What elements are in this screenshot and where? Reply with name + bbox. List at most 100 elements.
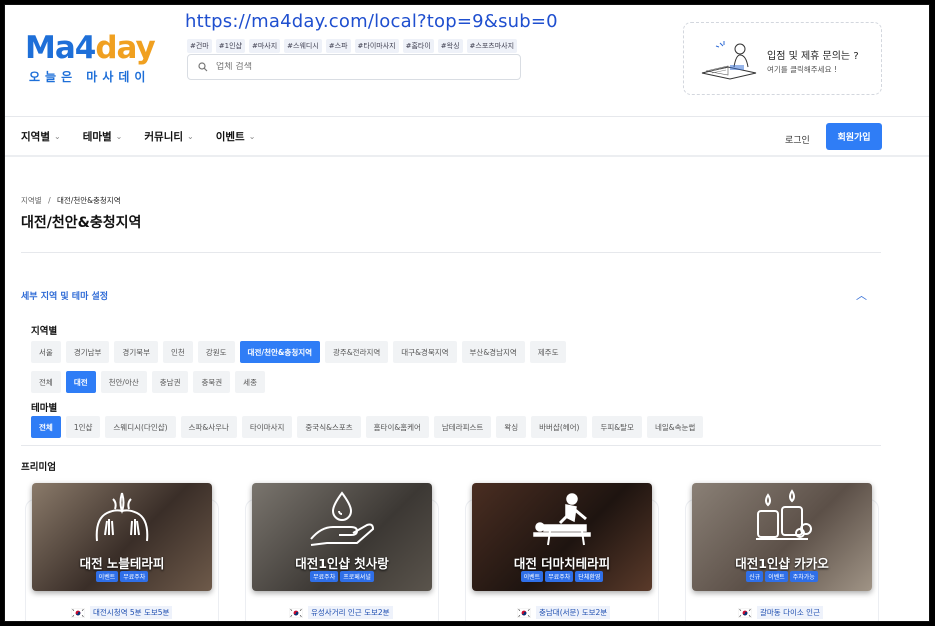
theme-chip[interactable]: 네일&속눈썹 xyxy=(646,416,704,438)
hand-drop-icon xyxy=(310,491,375,546)
hands-massage-icon xyxy=(95,492,149,542)
hashtag-link[interactable]: #마사지 xyxy=(248,39,281,53)
card-location: 유성사거리 인근 도보2분 xyxy=(289,606,393,619)
subregion-chip[interactable]: 천안/아산 xyxy=(100,371,147,393)
theme-chip[interactable]: 1인샵 xyxy=(65,416,101,438)
theme-chip[interactable]: 두피&탈모 xyxy=(592,416,642,438)
site-logo[interactable]: Ma4day 오늘은 마사데이 xyxy=(25,30,156,85)
hashtag-link[interactable]: #스파 xyxy=(325,39,351,53)
title-divider xyxy=(21,252,881,253)
subregion-chip[interactable]: 세종 xyxy=(235,371,265,393)
card-badge: 이벤트 xyxy=(765,571,788,582)
premium-card[interactable]: 대전1인샵 카카오 신규 이벤트 주차가능 xyxy=(692,483,872,591)
card-title: 대전1인샵 카카오 xyxy=(735,556,829,571)
logo-tagline: 오늘은 마사데이 xyxy=(29,70,151,84)
hashtag-link[interactable]: #1인샵 xyxy=(215,39,245,53)
subregion-chip[interactable]: 충북권 xyxy=(193,371,231,393)
header-divider xyxy=(5,116,929,117)
banner-title: 입점 및 제휴 문의는 ? xyxy=(767,51,859,62)
card-badge: 단체환영 xyxy=(575,571,604,582)
region-chip[interactable]: 대구&경북지역 xyxy=(393,341,457,363)
card-badge: 프로페셔널 xyxy=(340,571,374,582)
card-location: 대전시청역 5분 도보5분 xyxy=(71,606,173,619)
chevron-down-icon: ⌄ xyxy=(53,132,61,141)
theme-chips: 전체 1인샵 스웨디시(다인샵) 스파&사우나 타이마사지 중국식&스포츠 홈타이&홈케어 남… xyxy=(31,416,704,438)
url-text[interactable]: https://ma4day.com/local?top=9&sub=0 xyxy=(185,11,558,32)
hashtag-link[interactable]: #건마 xyxy=(187,39,212,53)
massage-table-icon xyxy=(533,493,591,546)
card-title: 대전1인샵 첫사랑 xyxy=(295,556,389,571)
theme-chip[interactable]: 남테라피스트 xyxy=(433,416,492,438)
region-chip[interactable]: 인천 xyxy=(163,341,193,363)
page-title: 대전/천안&충청지역 xyxy=(21,215,142,231)
region-chip[interactable]: 제주도 xyxy=(529,341,567,363)
logo-wordmark: Ma4day xyxy=(25,30,156,66)
korea-flag-icon xyxy=(289,607,303,618)
theme-chip[interactable]: 바버샵(헤어) xyxy=(531,416,588,438)
nav-region[interactable]: 지역별 ⌄ xyxy=(21,129,61,144)
nav-event[interactable]: 이벤트 ⌄ xyxy=(216,129,256,144)
card-badge: 무료주차 xyxy=(310,571,339,582)
nav-theme[interactable]: 테마별 ⌄ xyxy=(83,129,123,144)
card-badges: 무료주차 프로페셔널 xyxy=(252,571,432,582)
hashtag-link[interactable]: #타이마사지 xyxy=(354,39,399,53)
banner-subtitle: 여기를 클릭해주세요 ! xyxy=(767,65,837,74)
premium-card[interactable]: 대전1인샵 첫사랑 무료주차 프로페셔널 xyxy=(252,483,432,591)
chevron-down-icon: ⌄ xyxy=(115,132,123,141)
signup-button[interactable]: 회원가입 xyxy=(826,123,882,150)
region-chip[interactable]: 경기남부 xyxy=(65,341,110,363)
reading-illustration-icon xyxy=(701,41,757,80)
search-input[interactable] xyxy=(216,62,496,72)
card-title: 대전 노블테라피 xyxy=(79,556,165,571)
region-chips: 서울 경기남부 경기북부 인천 강원도 대전/천안&충청지역 광주&전라지역 대구&경북지역 부… xyxy=(31,341,567,363)
hashtag-link[interactable]: #스웨디시 xyxy=(284,39,322,53)
region-chip[interactable]: 강원도 xyxy=(197,341,235,363)
chevron-up-icon[interactable]: ︿ xyxy=(856,287,867,303)
premium-card[interactable]: 대전 노블테라피 이벤트 무료주차 xyxy=(32,483,212,591)
card-badge: 이벤트 xyxy=(95,571,119,582)
theme-chip[interactable]: 전체 xyxy=(31,416,61,438)
region-chip[interactable]: 경기북부 xyxy=(114,341,159,363)
browser-frame: https://ma4day.com/local?top=9&sub=0 Ma4… xyxy=(4,4,930,622)
search-icon xyxy=(198,62,208,72)
card-badge: 이벤트 xyxy=(520,571,544,582)
search-box[interactable] xyxy=(187,54,521,80)
theme-chip[interactable]: 홈타이&홈케어 xyxy=(365,416,429,438)
region-chip[interactable]: 부산&경남지역 xyxy=(461,341,525,363)
filter-section-title[interactable]: 세부 지역 및 테마 설정 xyxy=(21,289,108,302)
premium-card[interactable]: 대전 더마치테라피 이벤트 무료주차 단체환영 xyxy=(472,483,652,591)
card-badges: 이벤트 무료주차 단체환영 xyxy=(472,571,652,582)
card-badges: 이벤트 무료주차 xyxy=(32,571,212,582)
hashtag-link[interactable]: #왁싱 xyxy=(437,39,463,53)
hashtag-link[interactable]: #스포츠마사지 xyxy=(466,39,518,53)
card-badges: 신규 이벤트 주차가능 xyxy=(692,571,872,582)
nav-community[interactable]: 커뮤니티 ⌄ xyxy=(144,129,193,144)
theme-chip[interactable]: 중국식&스포츠 xyxy=(297,416,361,438)
subregion-chip[interactable]: 충남권 xyxy=(151,371,189,393)
region-chip[interactable]: 서울 xyxy=(31,341,61,363)
subregion-chip[interactable]: 전체 xyxy=(31,371,61,393)
card-badge: 신규 xyxy=(746,571,764,582)
theme-label: 테마별 xyxy=(31,403,58,414)
card-title: 대전 더마치테라피 xyxy=(513,556,611,571)
region-chip[interactable]: 대전/천안&충청지역 xyxy=(239,341,321,363)
login-link[interactable]: 로그인 xyxy=(785,133,810,146)
subregion-chip[interactable]: 대전 xyxy=(65,371,96,393)
card-badge: 주차가능 xyxy=(789,571,818,582)
nav-divider xyxy=(5,155,929,157)
theme-chip[interactable]: 스파&사우나 xyxy=(180,416,237,438)
chevron-down-icon: ⌄ xyxy=(248,132,256,141)
partnership-banner[interactable]: 입점 및 제휴 문의는 ? 여기를 클릭해주세요 ! xyxy=(683,22,882,95)
hashtag-link[interactable]: #홈타이 xyxy=(402,39,434,53)
region-chip[interactable]: 광주&전라지역 xyxy=(325,341,389,363)
theme-chip[interactable]: 스웨디시(다인샵) xyxy=(105,416,176,438)
korea-flag-icon xyxy=(71,607,85,618)
card-location: 갈마동 다이소 인근 xyxy=(738,606,823,619)
theme-chip[interactable]: 타이마사지 xyxy=(241,416,293,438)
subregion-chips: 전체 대전 천안/아산 충남권 충북권 세종 xyxy=(31,371,265,393)
filter-divider xyxy=(21,445,881,446)
candles-icon xyxy=(756,489,812,540)
breadcrumb-root[interactable]: 지역별 xyxy=(21,196,42,205)
breadcrumb-current: 대전/천안&충청지역 xyxy=(57,196,121,205)
theme-chip[interactable]: 왁싱 xyxy=(496,416,527,438)
